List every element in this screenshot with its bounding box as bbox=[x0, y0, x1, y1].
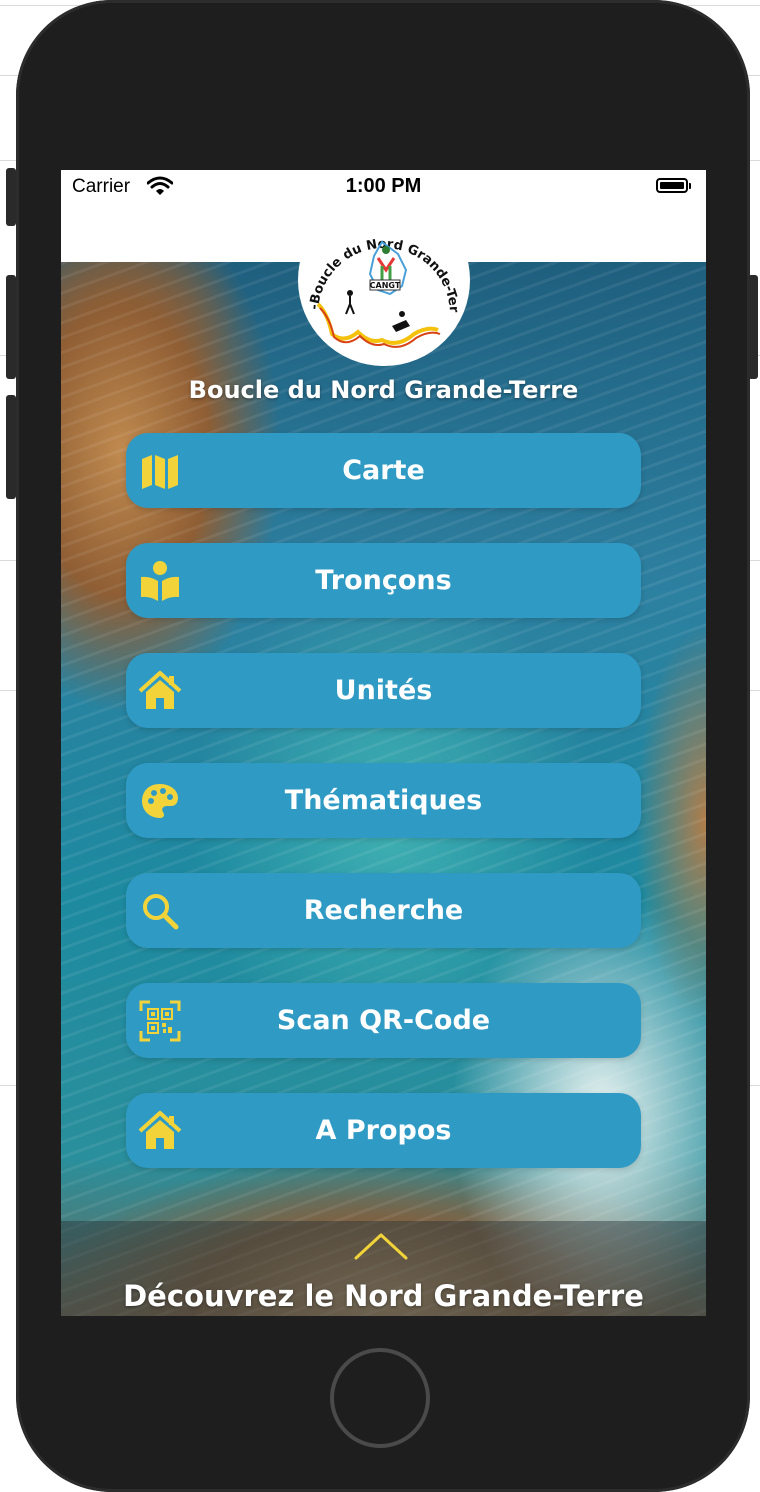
menu-button-troncons[interactable]: Tronçons bbox=[126, 543, 641, 618]
menu-label-troncons: Tronçons bbox=[315, 565, 452, 596]
power-button bbox=[748, 275, 758, 379]
menu-button-a-propos[interactable]: A Propos bbox=[126, 1093, 641, 1168]
bottom-sheet-label: Découvrez le Nord Grande-Terre bbox=[123, 1279, 644, 1313]
menu-button-recherche[interactable]: Recherche bbox=[126, 873, 641, 948]
menu-button-carte[interactable]: Carte bbox=[126, 433, 641, 508]
logo-graphic: -Boucle du Nord Grande-Terre- CANGT bbox=[298, 194, 461, 348]
app-screen: Carrier 1:00 PM -Boucle du Nord Grande-T… bbox=[61, 170, 706, 1316]
battery-icon bbox=[656, 178, 688, 193]
app-logo: -Boucle du Nord Grande-Terre- CANGT bbox=[298, 194, 470, 366]
logo-badge: CANGT bbox=[370, 281, 401, 290]
volume-up-button bbox=[6, 275, 16, 379]
menu-label-a-propos: A Propos bbox=[315, 1115, 452, 1146]
menu-label-thematiques: Thématiques bbox=[284, 785, 483, 816]
menu-label-recherche: Recherche bbox=[303, 895, 464, 926]
mute-switch bbox=[6, 168, 16, 226]
menu-label-carte: Carte bbox=[342, 455, 425, 486]
menu-button-thematiques[interactable]: Thématiques bbox=[126, 763, 641, 838]
volume-down-button bbox=[6, 395, 16, 499]
home-button[interactable] bbox=[330, 1348, 430, 1448]
bottom-sheet-handle[interactable]: Découvrez le Nord Grande-Terre bbox=[61, 1221, 706, 1316]
menu-button-scan-qr[interactable]: Scan QR-Code bbox=[126, 983, 641, 1058]
chevron-up-icon[interactable] bbox=[353, 1231, 409, 1261]
menu-label-scan-qr: Scan QR-Code bbox=[276, 1005, 491, 1036]
menu-label-unites: Unités bbox=[334, 675, 433, 706]
app-title: Boucle du Nord Grande-Terre bbox=[188, 376, 579, 404]
battery-tip bbox=[689, 183, 691, 189]
menu-button-unites[interactable]: Unités bbox=[126, 653, 641, 728]
